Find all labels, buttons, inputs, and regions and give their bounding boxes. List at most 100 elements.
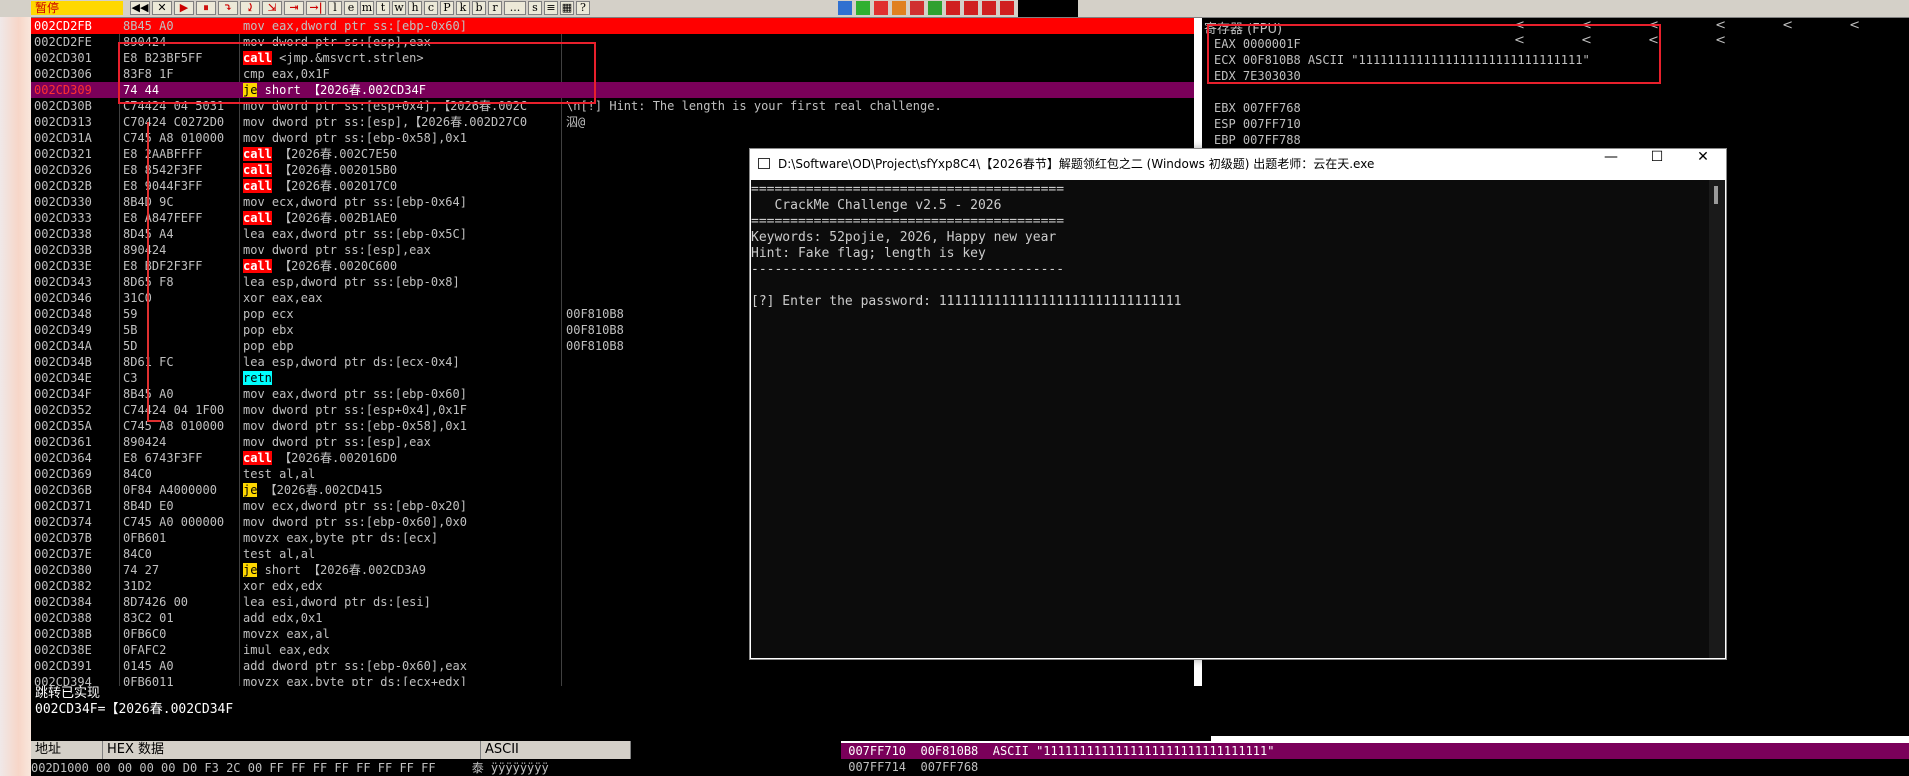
disasm-address: 002CD33B — [34, 243, 92, 257]
operands: 【2026春.0020C600 — [271, 259, 398, 273]
console-title: D:\Software\OD\Project\sfYxp8C4\【2026春节】… — [778, 157, 1375, 171]
toolbar-button-5[interactable]: ⤸ — [240, 1, 260, 15]
toolbar-button-18[interactable]: b — [472, 1, 486, 15]
plugin-icon[interactable] — [946, 1, 960, 15]
disasm-hex: C70424 C0272D0 — [123, 115, 225, 129]
toolbar-button-3[interactable]: ⏸ — [196, 1, 216, 15]
mnemonic-je: je — [243, 483, 258, 497]
operands: mov dword ptr ss:[esp],eax — [243, 435, 431, 449]
toolbar-button-20[interactable]: ... — [504, 1, 526, 15]
toolbar-button-0[interactable]: ◀◀ — [130, 1, 150, 15]
disasm-instruction: pop ebp — [243, 338, 294, 354]
console-scrollbar[interactable] — [1709, 180, 1725, 658]
toolbar-button-19[interactable]: r — [488, 1, 502, 15]
toolbar-button-14[interactable]: h — [408, 1, 422, 15]
register-row[interactable]: EBP 007FF788 — [1214, 132, 1301, 148]
toolbar-button-13[interactable]: w — [392, 1, 406, 15]
disasm-hex: E8 8542F3FF — [123, 163, 203, 177]
disasm-hex: 0FB6011 — [123, 675, 174, 686]
register-row[interactable]: EBX 007FF768 — [1214, 100, 1301, 116]
disasm-address: 002CD352 — [34, 403, 92, 417]
toolbar-button-16[interactable]: P — [440, 1, 454, 15]
hex-col-ascii[interactable]: ASCII — [481, 741, 631, 759]
close-button[interactable]: ✕ — [1680, 149, 1726, 179]
toolbar-button-8[interactable]: →| — [306, 1, 326, 15]
breakpoint-icon[interactable] — [892, 1, 906, 15]
mnemonic-call: call — [243, 211, 272, 225]
disasm-address: 002CD369 — [34, 467, 92, 481]
toolbar-button-23[interactable]: ▦ — [560, 1, 574, 15]
scroll-thumb[interactable] — [1714, 186, 1718, 204]
disasm-row[interactable]: 002CD2FB 8B45 A0 mov eax,dword ptr ss:[ebp… — [31, 18, 1194, 34]
operands: lea esp,dword ptr ss:[ebp-0x8] — [243, 275, 460, 289]
jump-arrow — [147, 122, 161, 422]
minimize-button[interactable]: — — [1588, 149, 1634, 179]
stack-row[interactable]: 007FF710 00F810B8 ASCII "111111111111111… — [841, 743, 1909, 759]
console-window[interactable]: D:\Software\OD\Project\sfYxp8C4\【2026春节】… — [749, 148, 1727, 660]
disasm-hex: 5D — [123, 339, 138, 353]
console-line: Hint: Fake flag; length is key — [751, 246, 986, 261]
patch-icon[interactable] — [928, 1, 942, 15]
unpack-icon[interactable] — [982, 1, 996, 15]
disasm-hex: 0F84 A4000000 — [123, 483, 217, 497]
disasm-instruction: call 【2026春.0020C600 — [243, 258, 397, 274]
a-icon[interactable] — [874, 1, 888, 15]
toolbar-button-21[interactable]: s — [528, 1, 542, 15]
disasm-hex: 890424 — [123, 435, 167, 449]
disasm-address: 002CD371 — [34, 499, 92, 513]
disasm-row[interactable]: 002CD391 0145 A0 add dword ptr ss:[ebp-0x6… — [31, 658, 1194, 674]
disasm-address: 002CD309 — [34, 83, 92, 97]
disasm-instruction: lea esi,dword ptr ds:[esi] — [243, 594, 431, 610]
disasm-hex: 8D7426 00 — [123, 595, 189, 609]
disasm-instruction: xor edx,edx — [243, 578, 322, 594]
info-pane: 跳转已实现 002CD34F=【2026春.002CD34F — [31, 686, 1211, 741]
toolbar-button-15[interactable]: c — [424, 1, 438, 15]
disasm-hex: E8 6743F3FF — [123, 451, 203, 465]
hex-row[interactable]: 002D1000 00 00 00 00 D0 F3 2C 00 FF FF F… — [31, 760, 841, 776]
operands: lea esp,dword ptr ds:[ecx-0x4] — [243, 355, 460, 369]
disasm-row[interactable]: 002CD313 C70424 C0272D0 mov dword ptr ss:[… — [31, 114, 1194, 130]
toolbar-button-22[interactable]: ≡ — [544, 1, 558, 15]
disasm-address: 002CD37E — [34, 547, 92, 561]
toolbar-button-6[interactable]: ⇲ — [262, 1, 282, 15]
toolbar-button-12[interactable]: t — [376, 1, 390, 15]
operands: mov eax,dword ptr ss:[ebp-0x60] — [243, 387, 467, 401]
stack-row[interactable]: 007FF714 007FF768 — [841, 759, 1909, 775]
memory-icon[interactable] — [856, 1, 870, 15]
disasm-comment: 00F810B8 — [566, 339, 624, 353]
trace-icon[interactable] — [964, 1, 978, 15]
disasm-row[interactable]: 002CD394 0FB6011 movzx eax,byte ptr ds:[ec… — [31, 674, 1194, 686]
disasm-hex: 0FAFC2 — [123, 643, 167, 657]
toolbar-button-1[interactable]: ✕ — [152, 1, 172, 15]
maximize-button[interactable]: ☐ — [1634, 149, 1680, 179]
hex-col-address[interactable]: 地址 — [31, 741, 103, 759]
disasm-row[interactable]: 002CD31A C745 A8 010000 mov dword ptr ss:[… — [31, 130, 1194, 146]
toolbar-button-9[interactable]: l — [328, 1, 342, 15]
register-row[interactable]: ESP 007FF710 — [1214, 116, 1301, 132]
disasm-address: 002CD394 — [34, 675, 92, 686]
hex-col-data[interactable]: HEX 数据 — [103, 741, 481, 759]
operands: pop ecx — [243, 307, 294, 321]
toolbar-button-10[interactable]: e — [344, 1, 358, 15]
toolbar-button-4[interactable]: ⤵ — [218, 1, 238, 15]
toolbar-button-17[interactable]: k — [456, 1, 470, 15]
disasm-instruction: lea eax,dword ptr ss:[ebp-0x5C] — [243, 226, 467, 242]
target-icon[interactable] — [910, 1, 924, 15]
disasm-instruction: lea esp,dword ptr ss:[ebp-0x8] — [243, 274, 460, 290]
disasm-hex: 8B4D E0 — [123, 499, 174, 513]
disasm-comment: 泅@ — [566, 115, 586, 129]
disasm-address: 002CD2FB — [34, 19, 92, 33]
toolbar-button-2[interactable]: ▶ — [174, 1, 194, 15]
disasm-address: 002CD364 — [34, 451, 92, 465]
disasm-instruction: mov dword ptr ss:[ebp-0x58],0x1 — [243, 418, 467, 434]
console-output[interactable]: ========================================… — [751, 180, 1725, 658]
toolbar-button-7[interactable]: ⇥ — [284, 1, 304, 15]
toolbar-button-24[interactable]: ? — [576, 1, 590, 15]
disasm-hex: 84C0 — [123, 467, 152, 481]
decode-icon[interactable] — [1000, 1, 1014, 15]
window-icon[interactable] — [838, 1, 852, 15]
toolbar-button-11[interactable]: m — [360, 1, 374, 15]
hex-dump-pane[interactable]: 地址 HEX 数据 ASCII 002D1000 00 00 00 00 D0 … — [31, 741, 841, 776]
console-titlebar[interactable]: D:\Software\OD\Project\sfYxp8C4\【2026春节】… — [750, 149, 1726, 179]
stack-pane[interactable]: 007FF710 00F810B8 ASCII "111111111111111… — [841, 743, 1909, 776]
